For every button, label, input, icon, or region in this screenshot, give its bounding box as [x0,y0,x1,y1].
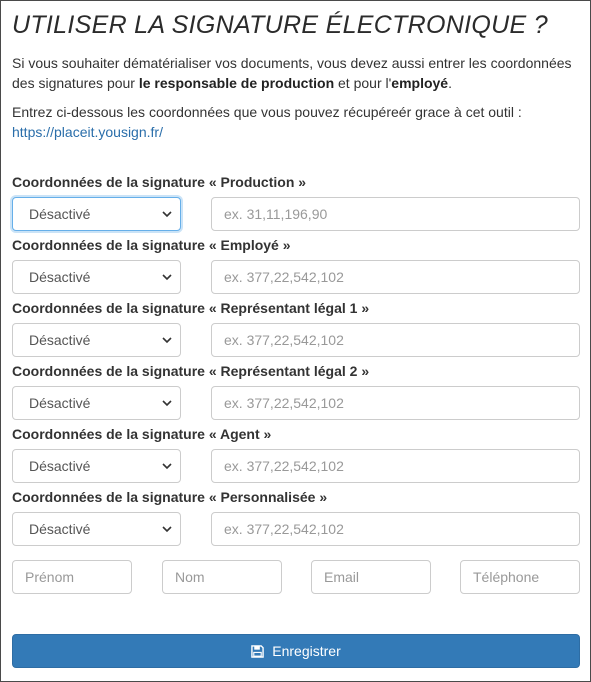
signature-panel: UTILISER LA SIGNATURE ÉLECTRONIQUE ? Si … [0,0,591,682]
select-agent[interactable]: Désactivé [12,449,181,483]
coords-legal-rep-1-input[interactable] [211,323,580,357]
chevron-down-icon [162,337,172,344]
select-employee[interactable]: Désactivé [12,260,181,294]
select-agent-value: Désactivé [29,458,91,474]
select-legal-rep-1-value: Désactivé [29,332,91,348]
coords-employee-input[interactable] [211,260,580,294]
chevron-down-icon [162,400,172,407]
select-legal-rep-2[interactable]: Désactivé [12,386,181,420]
select-production[interactable]: Désactivé [12,197,181,231]
phone-input[interactable] [460,560,580,594]
intro-bold-employee: employé [391,75,449,91]
label-employee: Coordonnées de la signature « Employé » [12,237,291,253]
label-legal-rep-1: Coordonnées de la signature « Représenta… [12,300,370,316]
coords-custom-input[interactable] [211,512,580,546]
intro-text-middle: et pour l' [334,75,392,91]
chevron-down-icon [162,274,172,281]
chevron-down-icon [162,526,172,533]
page-title: UTILISER LA SIGNATURE ÉLECTRONIQUE ? [12,11,548,39]
chevron-down-icon [162,211,172,218]
label-agent: Coordonnées de la signature « Agent » [12,426,272,442]
lastname-input[interactable] [162,560,282,594]
select-production-value: Désactivé [29,206,91,222]
instructions-paragraph: Entrez ci-dessous les coordonnées que vo… [12,102,584,142]
save-button-label: Enregistrer [272,643,341,659]
intro-text-after: . [448,75,452,91]
firstname-input[interactable] [12,560,132,594]
chevron-down-icon [162,463,172,470]
save-button[interactable]: Enregistrer [12,634,580,668]
label-legal-rep-2: Coordonnées de la signature « Représenta… [12,363,370,379]
label-custom: Coordonnées de la signature « Personnali… [12,489,328,505]
placeit-link[interactable]: https://placeit.yousign.fr/ [12,124,163,140]
instructions-text: Entrez ci-dessous les coordonnées que vo… [12,104,522,120]
intro-bold-production: le responsable de production [138,75,335,91]
select-employee-value: Désactivé [29,269,91,285]
coords-agent-input[interactable] [211,449,580,483]
select-legal-rep-1[interactable]: Désactivé [12,323,181,357]
email-input[interactable] [311,560,431,594]
select-custom[interactable]: Désactivé [12,512,181,546]
select-legal-rep-2-value: Désactivé [29,395,91,411]
label-production: Coordonnées de la signature « Production… [12,174,307,190]
intro-paragraph: Si vous souhaiter dématérialiser vos doc… [12,53,584,93]
select-custom-value: Désactivé [29,521,91,537]
floppy-disk-icon [251,644,265,658]
coords-legal-rep-2-input[interactable] [211,386,580,420]
coords-production-input[interactable] [211,197,580,231]
